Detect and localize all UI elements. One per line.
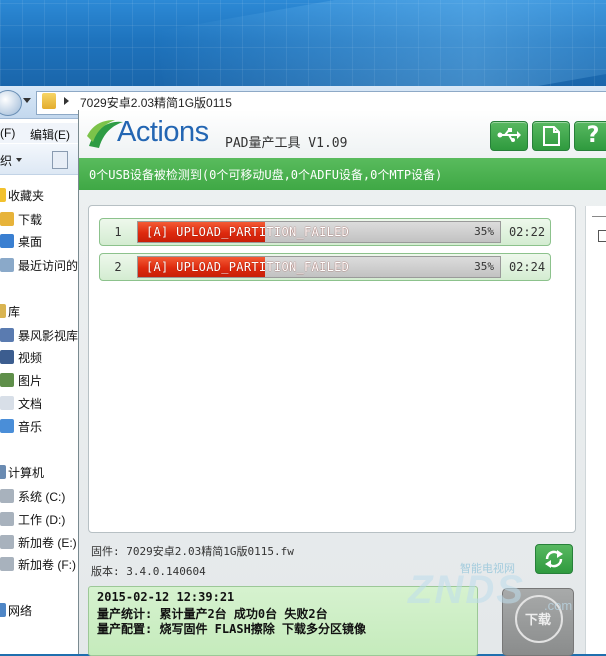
usb-icon — [497, 128, 521, 142]
video-lib-icon — [0, 328, 14, 342]
drive-icon — [0, 489, 14, 503]
device-status-bar: 0个USB设备被检测到(0个可移动U盘,0个ADFU设备,0个MTP设备) — [79, 158, 606, 190]
refresh-icon — [545, 550, 563, 568]
folder-icon — [42, 93, 56, 109]
device-progress-percent: 35% — [474, 225, 494, 238]
open-icon[interactable] — [52, 151, 68, 169]
sidebar-item-label: 最近访问的 — [18, 259, 79, 273]
device-index: 2 — [114, 260, 122, 274]
sidebar-item-label: 系统 (C:) — [18, 490, 66, 504]
logo-text: Actions — [117, 116, 209, 148]
help-button[interactable]: ? — [574, 121, 606, 151]
sidebar-item-label: 新加卷 (E:) — [18, 536, 77, 550]
refresh-button[interactable] — [535, 544, 573, 574]
sidebar-item-label: 新加卷 (F:) — [18, 558, 76, 572]
document-icon — [0, 396, 14, 410]
music-icon — [0, 419, 14, 433]
firmware-version: 版本: 3.4.0.140604 — [91, 565, 206, 578]
sidebar-item-label: 桌面 — [18, 235, 43, 249]
drive-icon — [0, 557, 14, 571]
panel-checkbox[interactable] — [598, 230, 606, 242]
sidebar-item-label: 收藏夹 — [8, 189, 45, 203]
desktop-icon — [0, 234, 14, 248]
download-label: 下载 — [524, 613, 551, 628]
firmware-file-button[interactable] — [532, 121, 570, 151]
back-button[interactable] — [0, 90, 22, 116]
drive-icon — [0, 535, 14, 549]
sidebar-item-label: 下载 — [18, 213, 43, 227]
library-icon — [0, 304, 6, 318]
address-path[interactable]: 7029安卓2.03精简1G版0115 — [80, 94, 232, 111]
sidebar-item-label: 图片 — [18, 374, 43, 388]
download-button[interactable]: 下载 — [502, 588, 574, 656]
organize-button[interactable]: 织 — [0, 152, 12, 169]
device-status-message: [A] UPLOAD_PARTITION_FAILED — [146, 225, 350, 239]
computer-icon — [0, 465, 6, 479]
panel-divider — [592, 216, 606, 217]
drive-icon — [0, 512, 14, 526]
device-status-text: 0个USB设备被检测到(0个可移动U盘,0个ADFU设备,0个MTP设备) — [89, 168, 443, 182]
desktop-background — [0, 0, 606, 150]
chevron-right-icon[interactable] — [64, 97, 69, 105]
firmware-path: 固件: 7029安卓2.03精简1G版0115.fw — [91, 545, 294, 558]
device-elapsed-time: 02:24 — [508, 260, 546, 274]
app-subtitle: PAD量产工具 V1.09 — [225, 136, 348, 151]
folder-icon — [0, 212, 14, 226]
sidebar-item-label: 音乐 — [18, 420, 43, 434]
network-icon — [0, 603, 6, 617]
help-icon: ? — [586, 123, 600, 148]
right-side-panel — [585, 206, 606, 654]
device-elapsed-time: 02:22 — [508, 225, 546, 239]
usb-button[interactable] — [490, 121, 528, 151]
device-row[interactable]: 1 [A] UPLOAD_PARTITION_FAILED 35% 02:22 — [99, 218, 551, 246]
document-icon — [543, 126, 560, 146]
device-status-message: [A] UPLOAD_PARTITION_FAILED — [146, 260, 350, 274]
menu-edit[interactable]: 编辑(E) — [30, 126, 70, 143]
actions-pad-tool-window: Actions PAD量产工具 V1.09 ? 0个USB设备被检测到(0个可移… — [78, 110, 606, 656]
video-icon — [0, 350, 14, 364]
sidebar-item-label: 文档 — [18, 397, 43, 411]
star-icon — [0, 188, 6, 202]
sidebar-item-label: 网络 — [8, 604, 33, 618]
device-row[interactable]: 2 [A] UPLOAD_PARTITION_FAILED 35% 02:24 — [99, 253, 551, 281]
picture-icon — [0, 373, 14, 387]
log-config: 量产配置: 烧写固件 FLASH擦除 下载多分区镜像 — [97, 622, 367, 636]
tool-header: Actions PAD量产工具 V1.09 ? — [79, 110, 606, 158]
sidebar-item-label: 视频 — [18, 351, 43, 365]
sidebar-item-label: 计算机 — [8, 466, 45, 480]
device-index: 1 — [114, 225, 122, 239]
log-timestamp: 2015-02-12 12:39:21 — [97, 590, 235, 604]
sidebar-item-label: 库 — [8, 305, 21, 319]
navigation-pane: 收藏夹下载桌面最近访问的库暴风影视库视频图片文档音乐计算机系统 (C:) 工作 (… — [0, 176, 80, 654]
log-panel: 2015-02-12 12:39:21 量产统计: 累计量产2台 成功0台 失败… — [88, 586, 478, 656]
sidebar-item-label: 暴风影视库 — [18, 329, 79, 343]
device-list: 1 [A] UPLOAD_PARTITION_FAILED 35% 02:22 2 [A]… — [88, 205, 576, 533]
device-progress-bar: [A] UPLOAD_PARTITION_FAILED 35% — [137, 256, 501, 278]
device-progress-percent: 35% — [474, 260, 494, 273]
menu-file[interactable]: (F) — [0, 126, 15, 140]
recent-icon — [0, 258, 14, 272]
history-dropdown-icon[interactable] — [23, 98, 31, 103]
sidebar-item-label: 工作 (D:) — [18, 513, 66, 527]
chevron-down-icon[interactable] — [16, 158, 22, 162]
device-progress-bar: [A] UPLOAD_PARTITION_FAILED 35% — [137, 221, 501, 243]
